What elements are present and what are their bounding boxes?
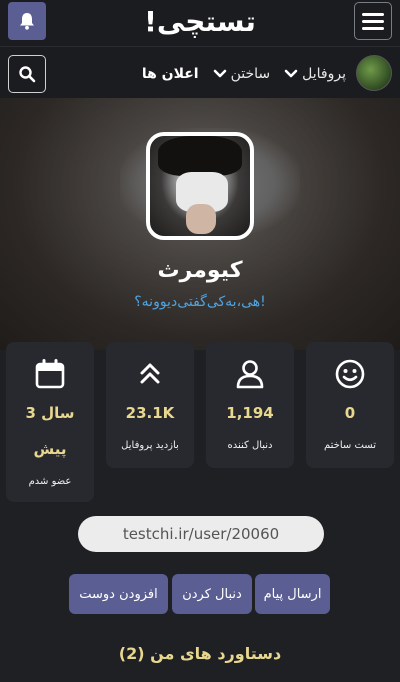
nav-item-profile[interactable]: پروفایل — [284, 66, 346, 82]
calendar-icon — [35, 359, 65, 389]
profile-stats: 0 تست ساختم 1,194 دنبال کننده 23.1K بازد… — [6, 342, 394, 502]
stat-value-line1: 3 سال — [25, 404, 75, 422]
follow-button[interactable]: دنبال کردن — [172, 574, 252, 614]
site-logo[interactable]: تستچی! — [140, 0, 260, 42]
profile-bio: هی،به‌کی‌گفتی‌دیوونه؟! — [134, 294, 266, 310]
achievements-title: دستاورد های من (2) — [118, 644, 282, 663]
stat-card-followers[interactable]: 1,194 دنبال کننده — [206, 342, 294, 468]
search-button[interactable] — [8, 55, 46, 93]
stat-label: دنبال کننده — [227, 440, 273, 451]
profile-cover: کیومرث هی،به‌کی‌گفتی‌دیوونه؟! — [0, 98, 400, 350]
send-message-button[interactable]: ارسال پیام — [255, 574, 330, 614]
stat-card-joined[interactable]: 3 سال پیش عضو شدم — [6, 342, 94, 502]
profile-name: کیومرث — [157, 258, 243, 283]
nav-item-label: اعلان ها — [141, 66, 199, 82]
profile-url-field[interactable]: testchi.ir/user/20060 — [78, 516, 324, 552]
stat-value: 1,194 — [226, 404, 274, 422]
user-avatar[interactable] — [356, 55, 392, 91]
nav-item-create[interactable]: ساختن — [213, 66, 271, 82]
bell-icon — [20, 13, 34, 30]
smile-icon — [335, 359, 365, 389]
notifications-button[interactable] — [8, 2, 46, 40]
nav-bar: پروفایل ساختن اعلان ها — [0, 46, 400, 98]
hamburger-menu-button[interactable] — [354, 2, 392, 40]
stat-card-views[interactable]: 23.1K بازدید پروفایل — [106, 342, 194, 468]
user-icon — [236, 360, 264, 389]
add-friend-button[interactable]: افزودن دوست — [69, 574, 168, 614]
stat-value: 0 — [344, 404, 356, 422]
stat-value-line2: پیش — [33, 440, 67, 458]
nav-item-notifications[interactable]: اعلان ها — [142, 66, 199, 82]
top-bar: تستچی! — [0, 0, 400, 46]
stat-label: تست ساختم — [324, 440, 376, 451]
stat-card-tests[interactable]: 0 تست ساختم — [306, 342, 394, 468]
nav-item-label: ساختن — [230, 66, 271, 82]
chevron-down-icon — [213, 69, 226, 78]
stat-label: بازدید پروفایل — [121, 440, 179, 451]
profile-picture[interactable] — [146, 132, 254, 240]
stat-label: عضو شدم — [28, 476, 72, 487]
hamburger-menu-icon-line — [362, 12, 384, 16]
hamburger-menu-icon-line — [362, 19, 384, 23]
stat-value: 23.1K — [125, 404, 175, 422]
hamburger-menu-icon-line — [362, 26, 384, 30]
nav-item-label: پروفایل — [302, 66, 346, 82]
search-icon — [19, 66, 36, 83]
chevron-down-icon — [284, 69, 298, 78]
double-chevron-up-icon — [140, 363, 160, 384]
